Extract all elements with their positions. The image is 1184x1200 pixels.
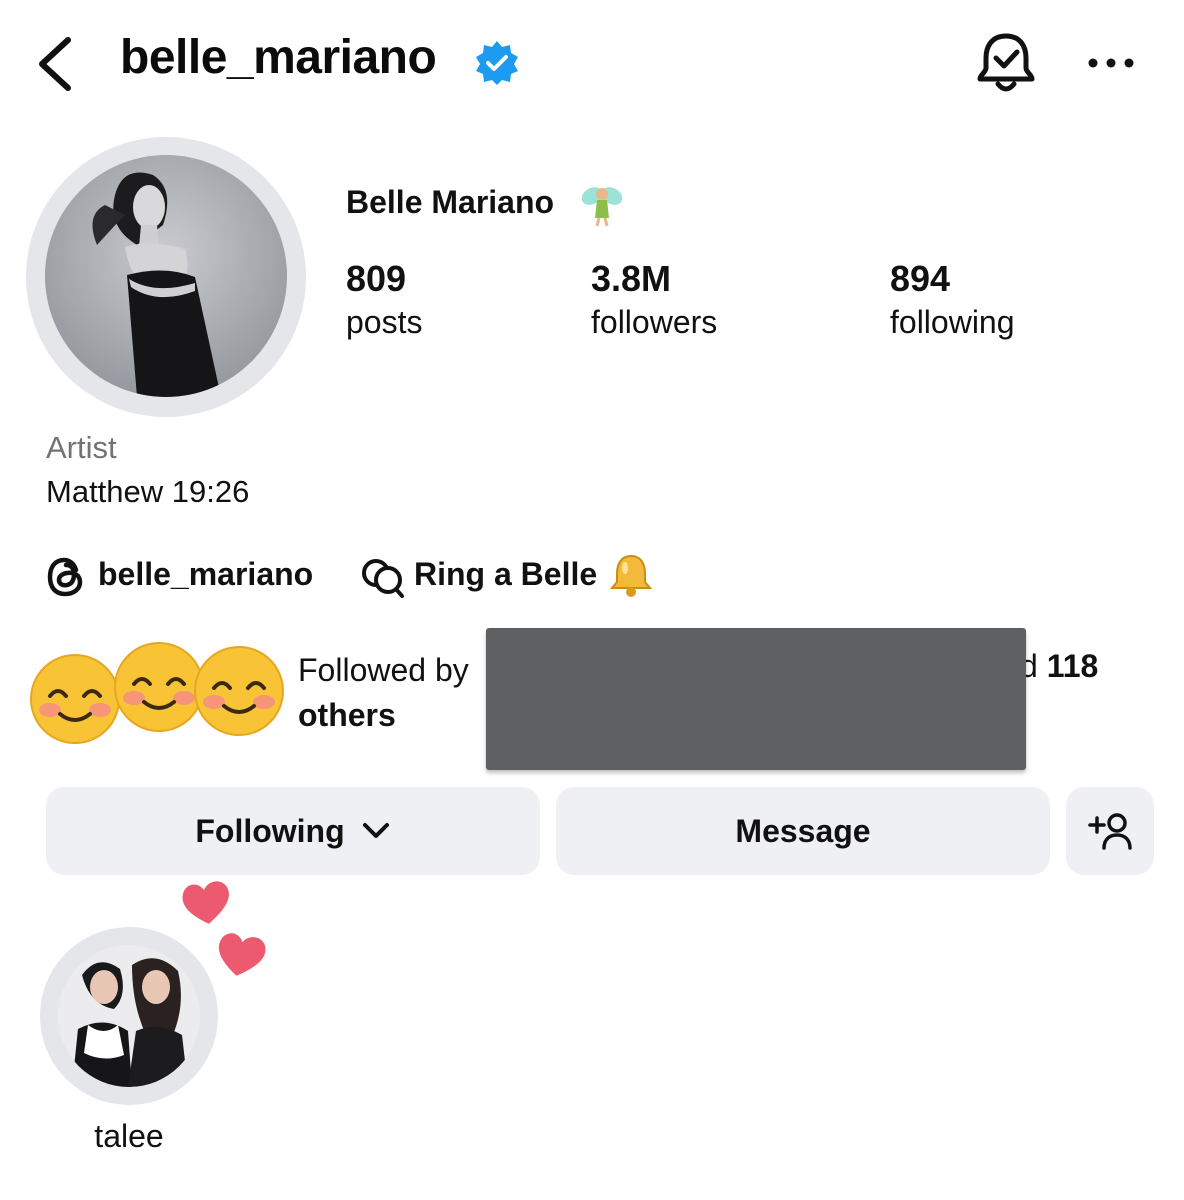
message-button[interactable]: Message	[556, 787, 1050, 875]
following-button[interactable]: Following	[46, 787, 540, 875]
followers-count[interactable]: 3.8M	[591, 258, 671, 300]
followed-by-others: others	[298, 697, 396, 733]
broadcast-channel-link[interactable]: Ring a Belle	[414, 556, 597, 593]
back-chevron-icon[interactable]	[34, 34, 78, 94]
hearts-icon	[182, 881, 266, 976]
add-user-button[interactable]	[1066, 787, 1154, 875]
highlight-label: talee	[94, 1118, 164, 1154]
followers-label[interactable]: followers	[591, 304, 717, 341]
follower-avatar-emoji[interactable]	[192, 644, 286, 738]
bell-emoji-icon	[609, 554, 653, 597]
message-button-label: Message	[735, 812, 871, 849]
profile-category: Artist	[46, 430, 117, 465]
profile-bio: Matthew 19:26	[46, 474, 250, 509]
avatar[interactable]	[45, 155, 287, 397]
following-count[interactable]: 894	[890, 258, 950, 300]
posts-count: 809	[346, 258, 407, 299]
following-label[interactable]: following	[890, 304, 1015, 341]
profile-username: belle_mariano	[120, 31, 437, 84]
fairy-emoji-icon	[581, 187, 623, 227]
chevron-down-icon	[362, 823, 389, 838]
verified-badge-icon	[476, 41, 518, 85]
broadcast-channel-icon[interactable]	[360, 556, 408, 598]
follower-avatar-emoji[interactable]	[28, 652, 122, 746]
followed-by-number: 118	[1046, 648, 1099, 684]
following-button-label: Following	[195, 812, 345, 849]
threads-link[interactable]: belle_mariano	[98, 556, 313, 593]
more-options-icon[interactable]	[1086, 46, 1136, 80]
followed-by-prefix: Followed by	[298, 652, 469, 688]
threads-icon[interactable]	[46, 556, 86, 598]
followed-by-count: d 118	[1020, 648, 1098, 685]
followed-by-text[interactable]: Followed by others	[298, 648, 469, 738]
bell-notifications-icon[interactable]	[972, 30, 1040, 96]
profile-full-name: Belle Mariano	[346, 184, 555, 220]
posts-label: posts	[346, 304, 423, 340]
redaction-block	[486, 628, 1026, 770]
add-person-icon	[1088, 813, 1132, 850]
